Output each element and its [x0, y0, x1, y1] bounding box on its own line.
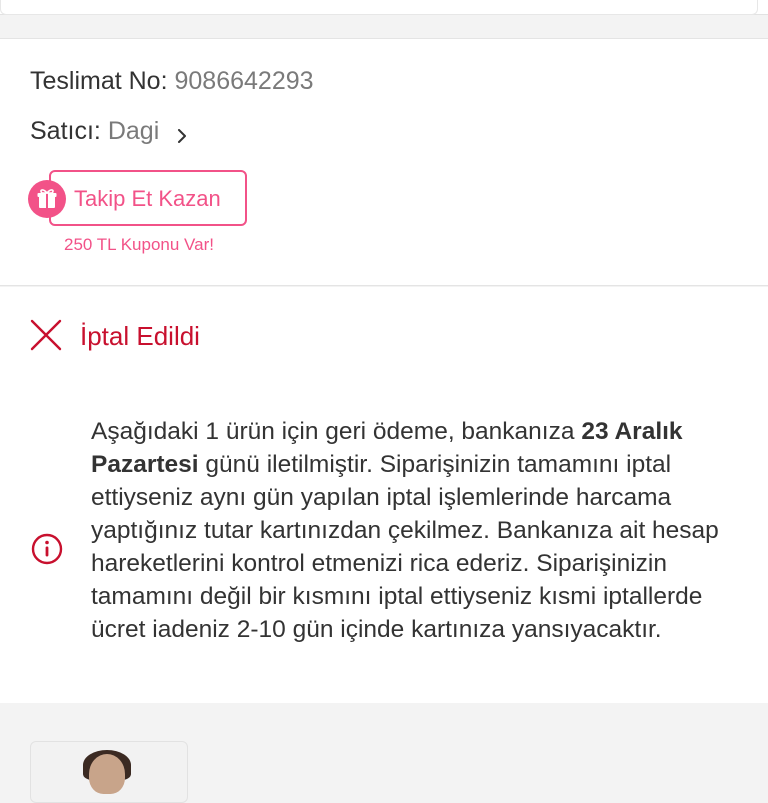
gift-icon [28, 180, 66, 218]
product-image-face [89, 754, 125, 794]
product-thumbnail[interactable] [30, 741, 188, 803]
follow-and-earn-button[interactable]: Takip Et Kazan [49, 170, 247, 226]
cancelled-status: İptal Edildi [80, 321, 200, 351]
order-status-card: İptal Edildi Aşağıdaki 1 ürün için geri … [0, 287, 768, 703]
close-x-icon [30, 319, 62, 351]
coupon-text: 250 TL Kuponu Var! [64, 235, 214, 254]
info-icon [31, 533, 63, 565]
refund-notice-text-1: Aşağıdaki 1 ürün için geri ödeme, bankan… [91, 418, 582, 445]
follow-button-label: Takip Et Kazan [74, 186, 221, 211]
delivery-number-row: Teslimat No: 9086642293 [30, 67, 314, 96]
delivery-number-label: Teslimat No: [30, 67, 168, 95]
seller-label: Satıcı: [30, 117, 101, 145]
previous-card-edge [0, 0, 758, 15]
delivery-info-card: Teslimat No: 9086642293 Satıcı: Dagi Tak… [0, 38, 768, 286]
delivery-number-value: 9086642293 [174, 67, 314, 95]
seller-name: Dagi [107, 117, 160, 145]
previous-card [0, 0, 768, 15]
refund-notice-text-2: günü iletilmiştir. Siparişinizin tamamın… [91, 451, 719, 643]
chevron-right-icon[interactable] [175, 129, 189, 143]
refund-notice: Aşağıdaki 1 ürün için geri ödeme, bankan… [91, 415, 751, 646]
seller-link[interactable]: Satıcı: Dagi [30, 117, 159, 146]
